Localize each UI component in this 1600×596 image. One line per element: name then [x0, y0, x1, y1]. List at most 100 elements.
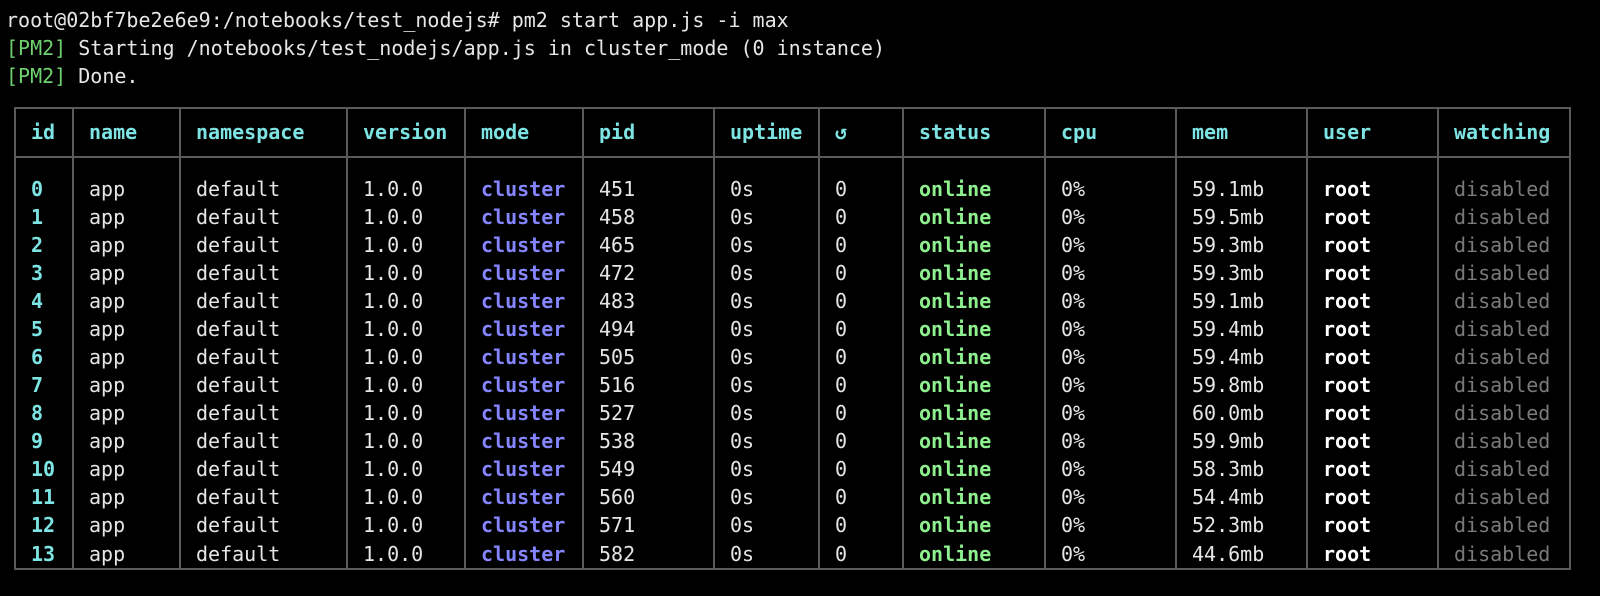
cell-user: root	[1306, 371, 1439, 399]
cell-name: app	[72, 343, 181, 371]
cell-namespace: default	[179, 511, 348, 539]
column-header-id: id	[14, 107, 74, 158]
cell-watching: disabled	[1437, 511, 1571, 539]
cell-cpu: 0%	[1044, 231, 1177, 259]
table-row: 9 app default 1.0.0 cluster 538 0s 0 online 0% 59.…	[14, 427, 1571, 455]
cell-namespace: default	[179, 455, 348, 483]
cell-status: online	[902, 231, 1046, 259]
cell-id: 13	[14, 539, 74, 570]
spacer-cell	[346, 157, 466, 175]
spacer-cell	[1306, 157, 1439, 175]
cell-watching: disabled	[1437, 231, 1571, 259]
terminal-window[interactable]: root@02bf7be2e6e9:/notebooks/test_nodejs…	[0, 0, 1600, 596]
cell-name: app	[72, 511, 181, 539]
cell-namespace: default	[179, 343, 348, 371]
cell-restarts: 0	[818, 315, 904, 343]
cell-user: root	[1306, 259, 1439, 287]
cell-restarts: 0	[818, 483, 904, 511]
cell-restarts: 0	[818, 399, 904, 427]
cell-uptime: 0s	[713, 511, 820, 539]
cell-mode: cluster	[464, 315, 584, 343]
cell-watching: disabled	[1437, 315, 1571, 343]
cell-user: root	[1306, 315, 1439, 343]
cell-status: online	[902, 259, 1046, 287]
cell-version: 1.0.0	[346, 511, 466, 539]
cell-namespace: default	[179, 259, 348, 287]
table-row: 1 app default 1.0.0 cluster 458 0s 0 online 0% 59.…	[14, 203, 1571, 231]
cell-name: app	[72, 287, 181, 315]
cell-mem: 59.9mb	[1175, 427, 1308, 455]
cell-pid: 549	[582, 455, 715, 483]
cell-restarts: 0	[818, 455, 904, 483]
cell-name: app	[72, 203, 181, 231]
cell-restarts: 0	[818, 343, 904, 371]
cell-version: 1.0.0	[346, 231, 466, 259]
cell-status: online	[902, 483, 1046, 511]
cell-id: 1	[14, 203, 74, 231]
cell-mode: cluster	[464, 539, 584, 570]
cell-watching: disabled	[1437, 427, 1571, 455]
column-header-restarts: ↺	[818, 107, 904, 158]
cell-pid: 560	[582, 483, 715, 511]
process-table-container: id name namespace version mode pid uptime ↺ stat…	[14, 107, 1571, 570]
cell-status: online	[902, 371, 1046, 399]
table-row: 12 app default 1.0.0 cluster 571 0s 0 online 0% 52…	[14, 511, 1571, 539]
cell-status: online	[902, 203, 1046, 231]
spacer-cell	[1437, 157, 1571, 175]
table-row: 6 app default 1.0.0 cluster 505 0s 0 online 0% 59.…	[14, 343, 1571, 371]
cell-namespace: default	[179, 287, 348, 315]
cell-uptime: 0s	[713, 175, 820, 203]
cell-status: online	[902, 343, 1046, 371]
cell-pid: 483	[582, 287, 715, 315]
cell-restarts: 0	[818, 259, 904, 287]
cell-mem: 59.8mb	[1175, 371, 1308, 399]
cell-mem: 52.3mb	[1175, 511, 1308, 539]
cell-version: 1.0.0	[346, 427, 466, 455]
cell-version: 1.0.0	[346, 259, 466, 287]
cell-status: online	[902, 427, 1046, 455]
cell-name: app	[72, 427, 181, 455]
cell-mode: cluster	[464, 483, 584, 511]
cell-pid: 465	[582, 231, 715, 259]
cell-namespace: default	[179, 483, 348, 511]
cell-restarts: 0	[818, 371, 904, 399]
spacer-cell	[1175, 157, 1308, 175]
cell-watching: disabled	[1437, 455, 1571, 483]
table-row: 13 app default 1.0.0 cluster 582 0s 0 online 0% 44…	[14, 539, 1571, 570]
cell-status: online	[902, 399, 1046, 427]
cell-uptime: 0s	[713, 455, 820, 483]
cell-cpu: 0%	[1044, 287, 1177, 315]
cell-cpu: 0%	[1044, 259, 1177, 287]
cell-pid: 582	[582, 539, 715, 570]
column-header-watching: watching	[1437, 107, 1571, 158]
column-header-pid: pid	[582, 107, 715, 158]
cell-uptime: 0s	[713, 483, 820, 511]
cell-uptime: 0s	[713, 315, 820, 343]
cell-version: 1.0.0	[346, 539, 466, 570]
cell-version: 1.0.0	[346, 455, 466, 483]
cell-watching: disabled	[1437, 287, 1571, 315]
cell-watching: disabled	[1437, 483, 1571, 511]
cell-name: app	[72, 399, 181, 427]
table-row: 11 app default 1.0.0 cluster 560 0s 0 online 0% 54…	[14, 483, 1571, 511]
cell-cpu: 0%	[1044, 203, 1177, 231]
cell-user: root	[1306, 483, 1439, 511]
cell-restarts: 0	[818, 287, 904, 315]
cell-uptime: 0s	[713, 399, 820, 427]
cell-mem: 54.4mb	[1175, 483, 1308, 511]
cell-id: 9	[14, 427, 74, 455]
cell-version: 1.0.0	[346, 315, 466, 343]
cell-namespace: default	[179, 203, 348, 231]
cell-mode: cluster	[464, 371, 584, 399]
column-header-mode: mode	[464, 107, 584, 158]
cell-status: online	[902, 315, 1046, 343]
pm2-log-line-done: [PM2] Done.	[6, 62, 138, 90]
cell-mem: 60.0mb	[1175, 399, 1308, 427]
cell-cpu: 0%	[1044, 483, 1177, 511]
cell-name: app	[72, 259, 181, 287]
cell-cpu: 0%	[1044, 315, 1177, 343]
cell-mem: 58.3mb	[1175, 455, 1308, 483]
cell-mode: cluster	[464, 287, 584, 315]
cell-status: online	[902, 539, 1046, 570]
cell-watching: disabled	[1437, 539, 1571, 570]
